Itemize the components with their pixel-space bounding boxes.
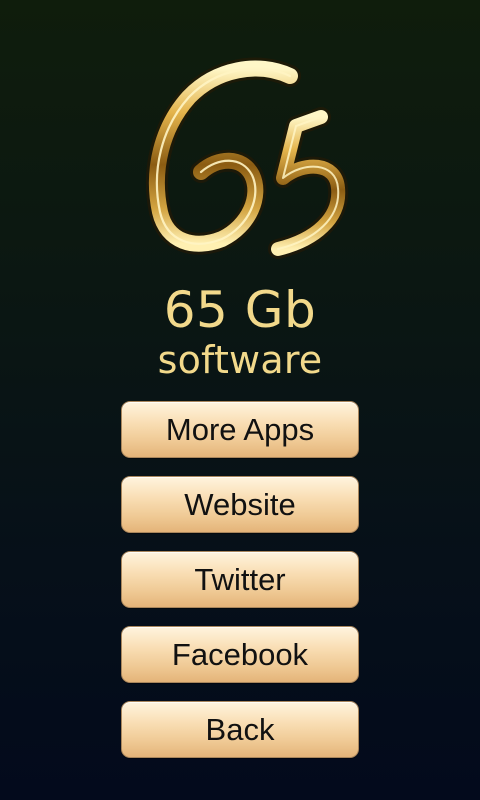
more-apps-button[interactable]: More Apps [121,401,359,458]
twitter-button[interactable]: Twitter [121,551,359,608]
brand-name: 65 Gb [163,281,317,339]
website-button[interactable]: Website [121,476,359,533]
menu-buttons: More Apps Website Twitter Facebook Back [121,401,359,758]
facebook-button[interactable]: Facebook [121,626,359,683]
about-screen: 65 Gb software More Apps Website Twitter… [0,0,480,800]
brand-subtitle: software [157,338,323,382]
back-button[interactable]: Back [121,701,359,758]
gold-65-monogram-icon [140,56,350,266]
